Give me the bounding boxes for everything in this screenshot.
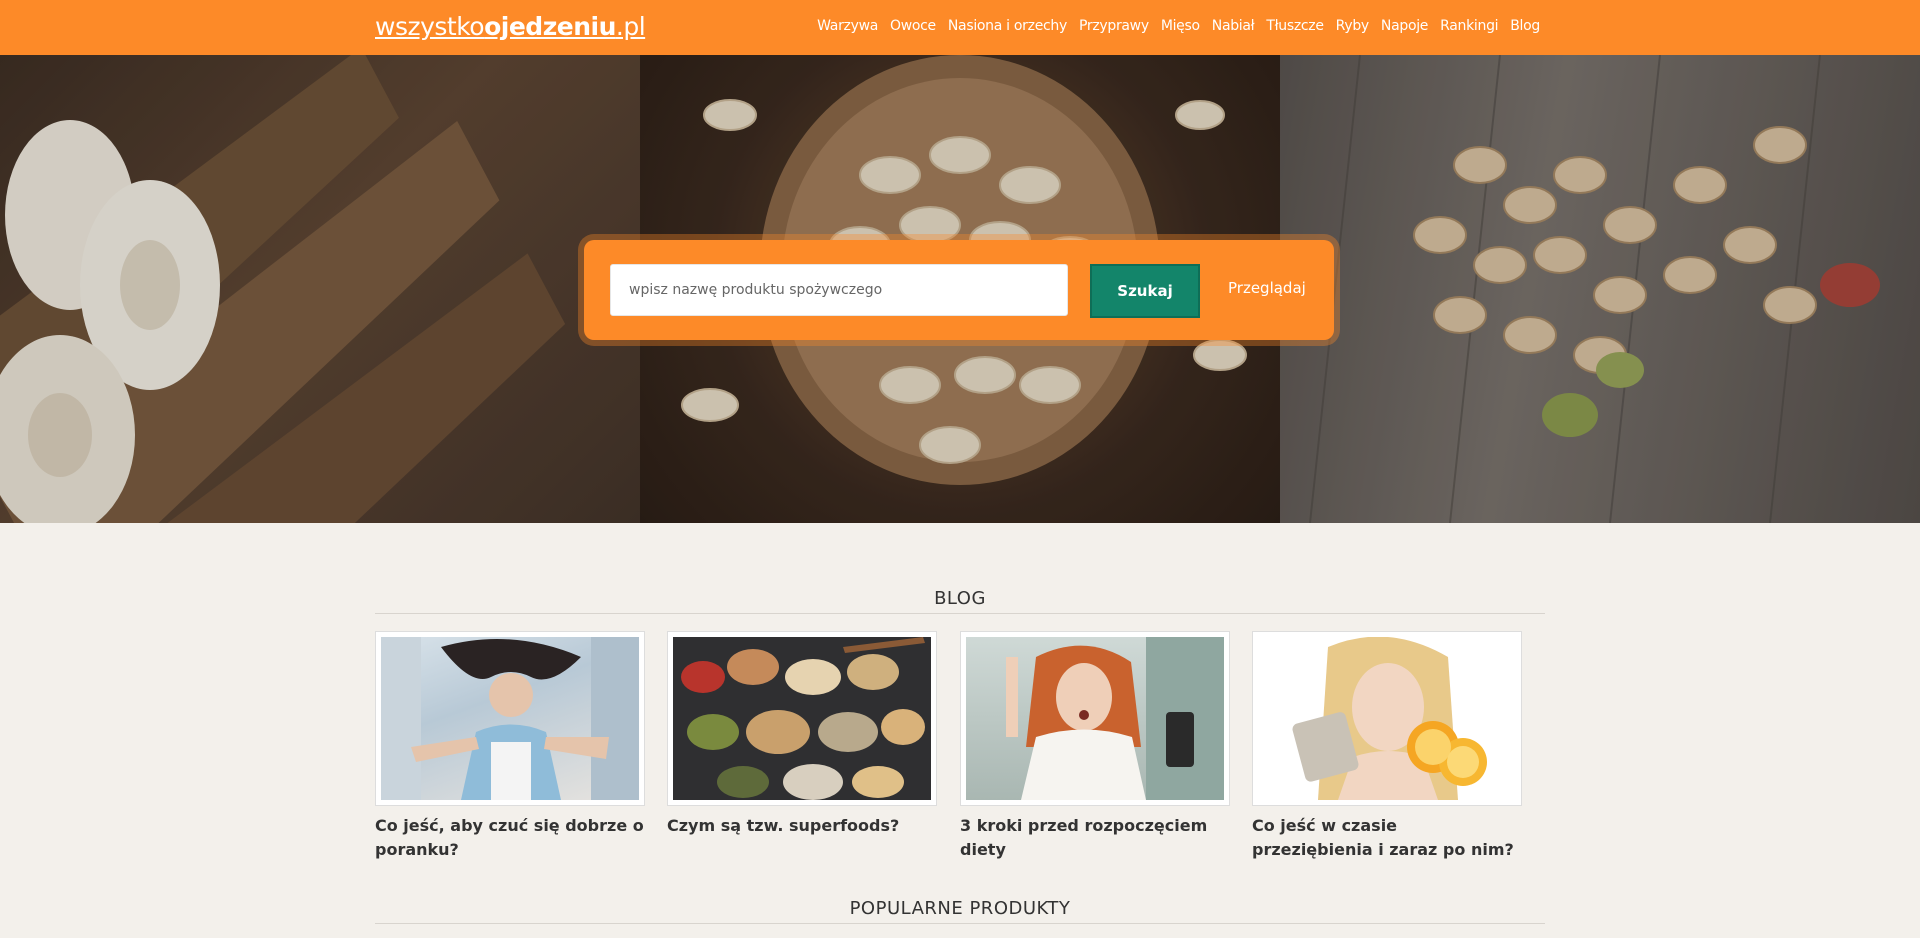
nav-item-mieso[interactable]: Mięso [1161, 18, 1200, 34]
hero-banner: Szukaj Przeglądaj [0, 55, 1920, 523]
blog-thumbnail[interactable] [960, 631, 1230, 806]
search-button[interactable]: Szukaj [1090, 264, 1200, 318]
nav-item-przyprawy[interactable]: Przyprawy [1079, 18, 1149, 34]
nav-item-owoce[interactable]: Owoce [890, 18, 936, 34]
blog-divider [375, 613, 1545, 614]
blog-post-title[interactable]: Czym są tzw. superfoods? [667, 814, 937, 838]
search-box: Szukaj Przeglądaj [584, 240, 1334, 340]
blog-thumbnail[interactable] [1252, 631, 1522, 806]
nav-item-napoje[interactable]: Napoje [1381, 18, 1429, 34]
site-logo[interactable]: wszystkoojedzeniu.pl [375, 12, 646, 41]
blog-thumbnail[interactable] [667, 631, 937, 806]
nav-item-blog[interactable]: Blog [1510, 18, 1540, 34]
blog-card[interactable]: Co jeść, aby czuć się dobrze o poranku? [375, 631, 645, 862]
nav-item-warzywa[interactable]: Warzywa [817, 18, 878, 34]
nav-item-tluszcze[interactable]: Tłuszcze [1266, 18, 1324, 34]
blog-section-title: BLOG [934, 588, 986, 609]
nav-item-rankingi[interactable]: Rankingi [1440, 18, 1498, 34]
blog-post-title[interactable]: 3 kroki przed rozpoczęciem diety [960, 814, 1230, 862]
blog-thumbnail[interactable] [375, 631, 645, 806]
blog-post-title[interactable]: Co jeść, aby czuć się dobrze o poranku? [375, 814, 645, 862]
nav-item-nabial[interactable]: Nabiał [1212, 18, 1255, 34]
blog-card[interactable]: Co jeść w czasie przeziębienia i zaraz p… [1252, 631, 1522, 862]
main-nav: Warzywa Owoce Nasiona i orzechy Przypraw… [817, 18, 1540, 34]
popular-section-title: POPULARNE PRODUKTY [849, 898, 1071, 919]
nav-item-nasiona-i-orzechy[interactable]: Nasiona i orzechy [948, 18, 1067, 34]
search-input[interactable] [610, 264, 1068, 316]
blog-card[interactable]: 3 kroki przed rozpoczęciem diety [960, 631, 1230, 862]
blog-card[interactable]: Czym są tzw. superfoods? [667, 631, 937, 838]
blog-post-title[interactable]: Co jeść w czasie przeziębienia i zaraz p… [1252, 814, 1522, 862]
nav-item-ryby[interactable]: Ryby [1336, 18, 1370, 34]
top-navbar: wszystkoojedzeniu.pl Warzywa Owoce Nasio… [0, 0, 1920, 55]
browse-link[interactable]: Przeglądaj [1228, 279, 1306, 297]
popular-divider [375, 923, 1545, 924]
